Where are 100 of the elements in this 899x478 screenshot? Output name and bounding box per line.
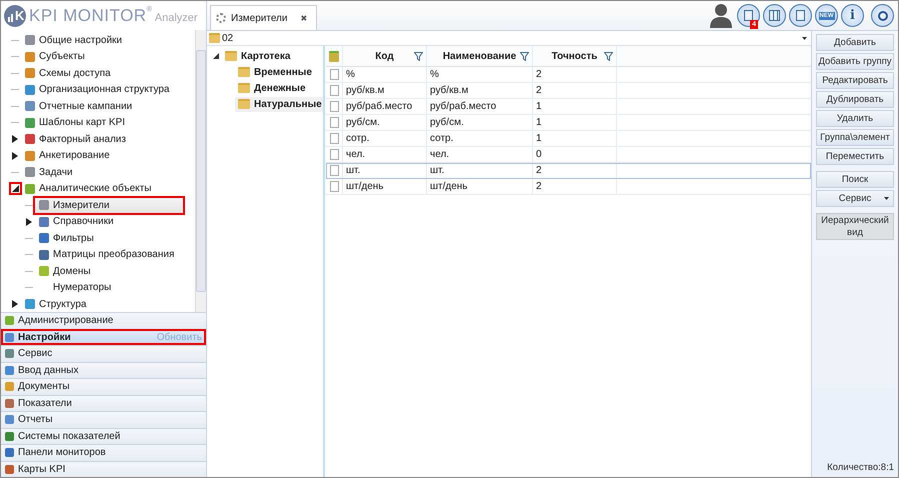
- table-cell: руб/см.: [430, 117, 464, 128]
- tree-item[interactable]: Схемы доступа: [21, 66, 115, 81]
- scrollbar[interactable]: [195, 30, 206, 312]
- table-row[interactable]: шт/день шт/день 2: [326, 179, 811, 195]
- section-item[interactable]: Системы показателей: [1, 428, 206, 444]
- tree-item[interactable]: Нумераторы: [35, 280, 116, 296]
- action-button[interactable]: Переместить: [816, 148, 894, 165]
- table-cell: 2: [536, 69, 542, 80]
- table-cell: 2: [536, 165, 542, 176]
- section-item[interactable]: Сервис: [1, 345, 206, 362]
- action-button[interactable]: Добавить группу: [816, 53, 894, 70]
- section-label: Системы показателей: [18, 430, 120, 442]
- tree-item[interactable]: Организационная структура: [21, 82, 174, 98]
- table-cell: 1: [536, 101, 542, 112]
- section-item[interactable]: Панели мониторов: [1, 444, 206, 460]
- table-cell: шт/день: [346, 181, 384, 192]
- table-cell: руб/см.: [346, 117, 380, 128]
- section-item[interactable]: Карты KPI: [1, 460, 206, 477]
- tree-item[interactable]: Измерители: [35, 198, 183, 213]
- tree-item[interactable]: Шаблоны карт KPI: [21, 115, 129, 130]
- table-cell: руб/кв.м: [346, 85, 384, 96]
- tree-item[interactable]: Фильтры: [35, 230, 98, 246]
- table-row[interactable]: руб/раб.место руб/раб.место 1: [326, 99, 811, 115]
- item-icon: [25, 299, 35, 310]
- tab-label: Измерители: [231, 12, 288, 24]
- tree-item[interactable]: Анкетирование: [21, 148, 114, 164]
- folder-item[interactable]: Картотека: [222, 48, 294, 64]
- tree-item[interactable]: Субъекты: [21, 49, 89, 64]
- tree-item[interactable]: Отчетные кампании: [21, 98, 136, 114]
- document-icon: [330, 117, 338, 128]
- document-icon: [330, 133, 338, 144]
- record-count: Количество:8:1: [826, 462, 894, 473]
- tree-item[interactable]: Факторный анализ: [21, 132, 130, 147]
- section-label: Панели мониторов: [18, 447, 106, 458]
- filter-icon[interactable]: [520, 52, 529, 60]
- tab[interactable]: Измерители ✖: [210, 5, 318, 30]
- table-row[interactable]: руб/кв.м руб/кв.м 2: [326, 83, 811, 99]
- action-button[interactable]: Иерархический вид: [816, 213, 894, 240]
- tree-item[interactable]: Задачи: [21, 164, 77, 180]
- column-header[interactable]: Код: [375, 50, 394, 62]
- section-label: Показатели: [18, 398, 72, 409]
- filter-icon[interactable]: [604, 52, 613, 60]
- folder-icon: [238, 67, 250, 77]
- action-button[interactable]: Поиск: [816, 171, 894, 188]
- section-label: Администрирование: [18, 315, 114, 326]
- document-icon: [330, 101, 338, 112]
- section-item[interactable]: Показатели: [1, 394, 206, 411]
- user-icon[interactable]: [710, 2, 732, 28]
- power-button[interactable]: [871, 4, 894, 27]
- collapse-arrow-icon[interactable]: [213, 53, 219, 59]
- list-button[interactable]: [789, 4, 812, 27]
- table-row[interactable]: чел. чел. 0: [326, 147, 811, 163]
- folder-item[interactable]: Натуральные: [235, 96, 325, 112]
- folder-icon: [238, 83, 250, 93]
- item-icon: [39, 200, 49, 210]
- table-cell: %: [346, 69, 355, 80]
- item-icon: [25, 184, 35, 194]
- tree-item[interactable]: Структура: [21, 296, 90, 312]
- section-item[interactable]: Администрирование: [1, 312, 206, 328]
- tree-item[interactable]: Матрицы преобразования: [35, 247, 178, 262]
- action-button[interactable]: Удалить: [816, 110, 894, 127]
- tree-item[interactable]: Аналитические объекты: [21, 181, 156, 196]
- collapse-arrow-icon[interactable]: [10, 184, 20, 194]
- item-icon: [25, 101, 35, 112]
- table-row[interactable]: % % 2: [326, 67, 811, 83]
- table-row[interactable]: сотр. сотр. 1: [326, 131, 811, 147]
- action-button[interactable]: Редактировать: [816, 72, 894, 89]
- expand-arrow-icon[interactable]: [11, 299, 19, 310]
- folder-item[interactable]: Денежные: [235, 80, 309, 96]
- tree-item[interactable]: Справочники: [35, 214, 118, 230]
- table-cell: 1: [536, 117, 542, 128]
- tree-item[interactable]: Домены: [35, 264, 95, 279]
- info-button[interactable]: i: [841, 4, 864, 27]
- expand-arrow-icon[interactable]: [25, 216, 33, 227]
- table-row[interactable]: руб/см. руб/см. 1: [326, 115, 811, 131]
- section-item[interactable]: Документы: [1, 378, 206, 394]
- table-cell: 0: [536, 149, 542, 160]
- table-cell: шт.: [430, 165, 444, 176]
- dropdown-arrow-icon[interactable]: [802, 36, 807, 40]
- action-button[interactable]: Группа\элемент: [816, 129, 894, 146]
- column-header[interactable]: Наименование: [442, 50, 516, 62]
- table-cell: сотр.: [430, 133, 454, 144]
- expand-arrow-icon[interactable]: [11, 134, 19, 144]
- section-item[interactable]: Ввод данных: [1, 362, 206, 378]
- item-icon: [25, 84, 35, 95]
- folder-item[interactable]: Временные: [235, 64, 315, 80]
- action-button[interactable]: Добавить: [816, 34, 894, 51]
- section-item[interactable]: Настройки Обновить: [1, 328, 206, 345]
- grid-button[interactable]: [763, 4, 786, 27]
- action-button[interactable]: Дублировать: [816, 91, 894, 108]
- filter-icon[interactable]: [414, 52, 423, 60]
- document-icon: [330, 69, 338, 80]
- tree-item[interactable]: Общие настройки: [21, 32, 126, 48]
- menu-button[interactable]: Сервис: [816, 190, 894, 207]
- close-icon[interactable]: ✖: [300, 14, 308, 22]
- column-header[interactable]: Точность: [552, 50, 598, 62]
- table-row[interactable]: шт. шт. 2: [326, 163, 811, 179]
- level-up-icon[interactable]: [329, 50, 339, 62]
- expand-arrow-icon[interactable]: [11, 150, 19, 161]
- section-item[interactable]: Отчеты: [1, 411, 206, 428]
